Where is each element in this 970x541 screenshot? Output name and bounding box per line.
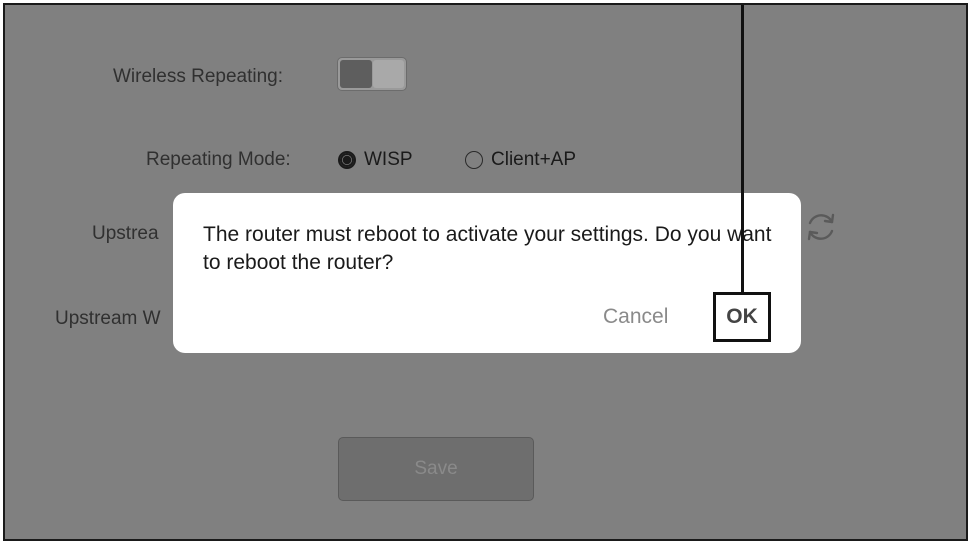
save-button[interactable]: Save xyxy=(338,437,534,501)
wireless-repeating-label: Wireless Repeating: xyxy=(113,66,284,87)
radio-unchecked-icon xyxy=(465,151,483,169)
wireless-repeating-toggle[interactable] xyxy=(337,57,407,91)
radio-client-ap[interactable]: Client+AP xyxy=(465,149,576,171)
dialog-message: The router must reboot to activate your … xyxy=(203,223,772,274)
toggle-on-fill xyxy=(340,60,372,88)
cancel-button[interactable]: Cancel xyxy=(603,305,668,329)
ok-button[interactable]: OK xyxy=(713,292,771,342)
screen-frame: Wireless Repeating: Repeating Mode: WISP… xyxy=(3,3,968,541)
callout-line xyxy=(741,5,744,295)
refresh-icon[interactable] xyxy=(803,209,839,245)
radio-wisp[interactable]: WISP xyxy=(338,149,413,171)
toggle-knob xyxy=(373,60,404,88)
repeating-mode-label: Repeating Mode: xyxy=(146,149,291,170)
radio-wisp-label: WISP xyxy=(364,149,413,170)
upstream-w-label: Upstream W xyxy=(55,308,161,329)
radio-client-ap-label: Client+AP xyxy=(491,149,577,170)
radio-checked-icon xyxy=(338,151,356,169)
reboot-dialog: The router must reboot to activate your … xyxy=(173,193,801,353)
upstream-label: Upstrea xyxy=(92,223,159,244)
